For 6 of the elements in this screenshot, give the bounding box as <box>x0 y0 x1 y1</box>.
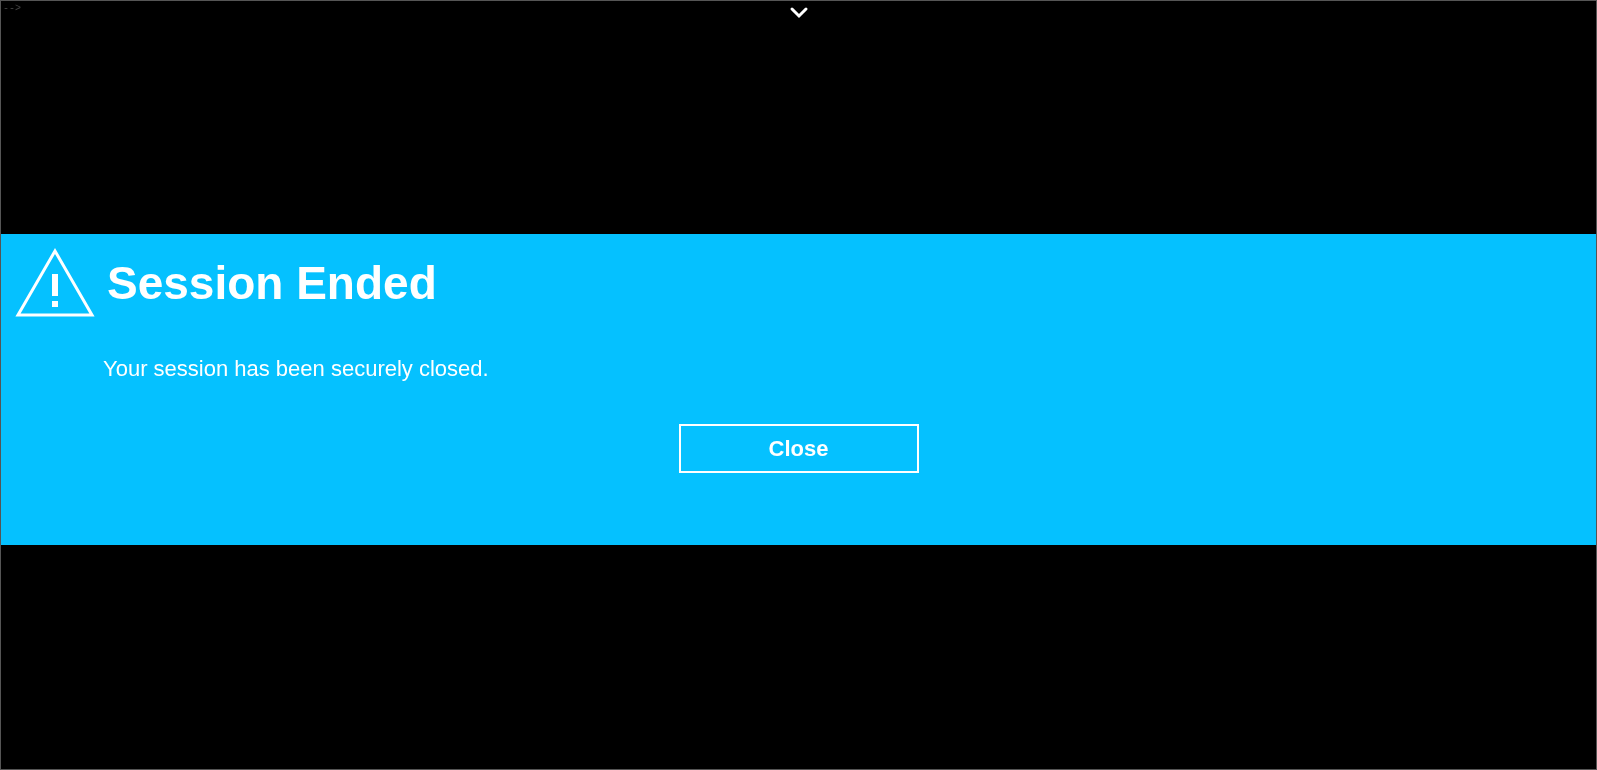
close-button[interactable]: Close <box>678 424 919 473</box>
dialog-message: Your session has been securely closed. <box>103 356 490 382</box>
dialog-title: Session Ended <box>107 257 437 309</box>
chevron-down-icon[interactable] <box>788 6 809 20</box>
warning-icon <box>15 248 95 318</box>
stray-text: --> <box>2 2 21 14</box>
